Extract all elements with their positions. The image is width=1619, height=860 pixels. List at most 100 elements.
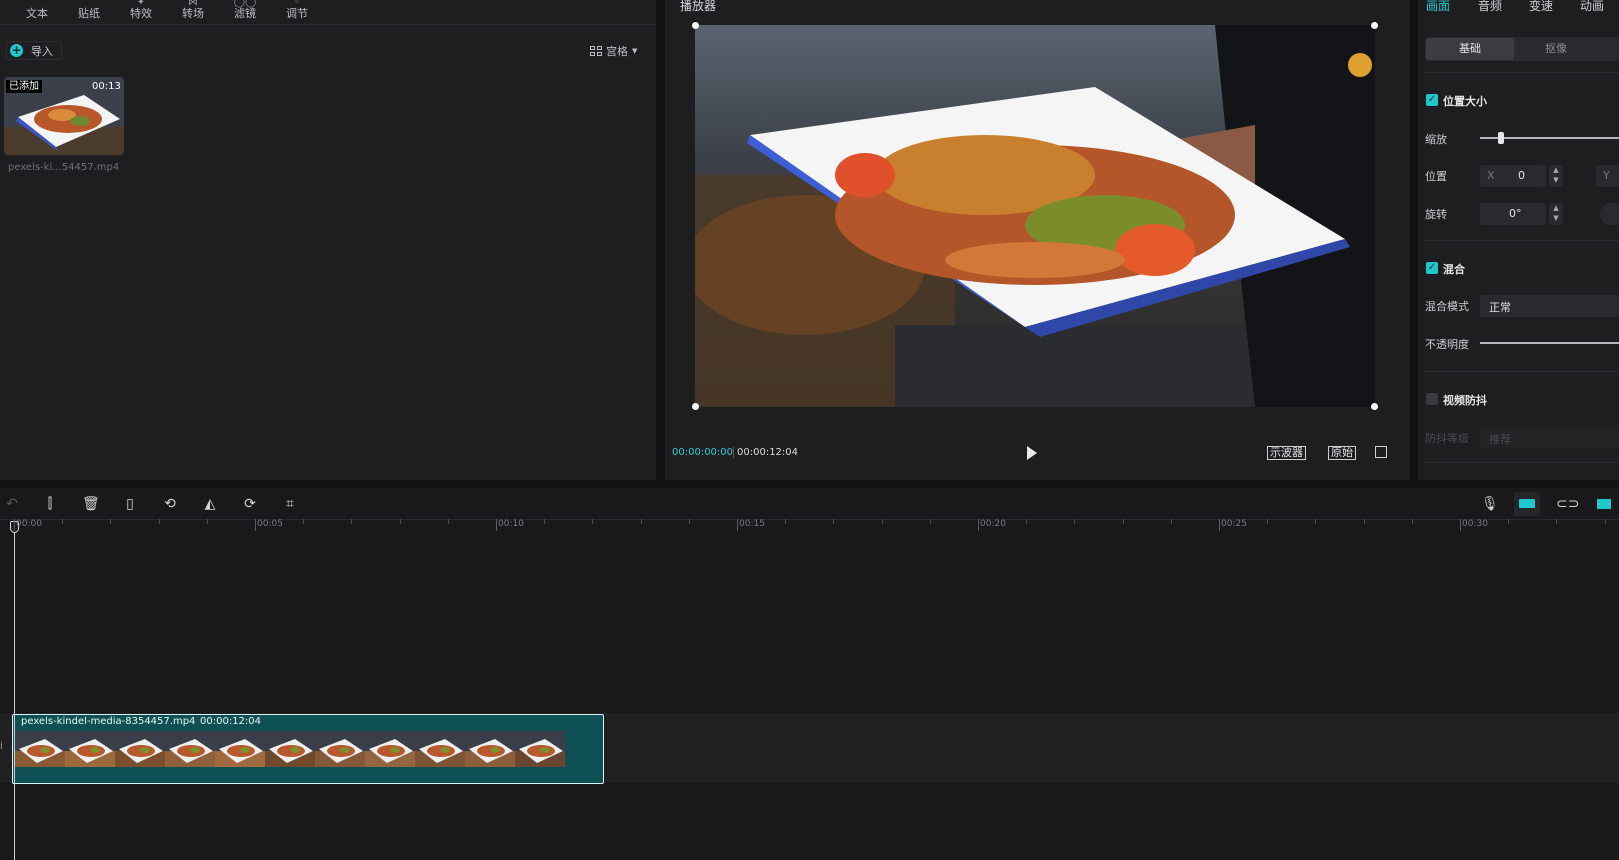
ruler-label: 00:20 <box>980 519 1006 529</box>
player-title: 播放器 <box>680 0 717 13</box>
tab-audio[interactable]: 音频 <box>1478 0 1502 14</box>
link-icon[interactable]: ⊂⊃ <box>1556 496 1579 512</box>
microphone-icon[interactable]: 🎙 <box>1481 496 1499 512</box>
ruler-label: 00:05 <box>257 519 283 529</box>
timeline-ruler[interactable] <box>0 519 1619 535</box>
ruler-major-tick <box>255 519 256 531</box>
preview-axis-icon[interactable] <box>1597 496 1611 512</box>
media-filename: pexels-ki...54457.mp4 <box>8 162 120 173</box>
tab-speed[interactable]: 变速 <box>1529 0 1553 14</box>
filmstrip-frame <box>415 731 465 767</box>
scale-slider-knob[interactable] <box>1497 132 1504 144</box>
resize-handle-bottom-left[interactable] <box>692 403 699 410</box>
position-size-checkbox[interactable]: ✓ <box>1426 94 1438 106</box>
tool-tab-effects[interactable]: ✦ 特效 <box>114 0 168 24</box>
ruler-minor-tick <box>1122 519 1124 524</box>
rotate-icon[interactable]: ⟳ <box>242 496 258 512</box>
opacity-slider[interactable] <box>1480 342 1619 344</box>
ruler-minor-tick <box>929 519 931 524</box>
rotation-value: 0° <box>1509 207 1522 220</box>
stabilize-level-label: 防抖等级 <box>1425 432 1469 445</box>
ratio-button[interactable]: 原始 <box>1328 446 1356 460</box>
added-badge: 已添加 <box>6 80 42 93</box>
stabilize-level-select[interactable]: 推荐 <box>1480 427 1619 449</box>
ruler-minor-tick <box>447 519 449 524</box>
reverse-icon[interactable]: ⟲ <box>162 496 178 512</box>
divider <box>1425 462 1619 463</box>
freeze-icon[interactable]: ▯ <box>122 496 138 512</box>
media-tabs-divider <box>0 24 656 25</box>
rotation-input[interactable]: 0° <box>1480 203 1546 225</box>
play-icon[interactable] <box>1027 446 1037 460</box>
blend-mode-value: 正常 <box>1489 301 1511 314</box>
ruler-minor-tick <box>1267 519 1269 524</box>
delete-icon[interactable]: 🗑 <box>82 496 100 512</box>
filmstrip-frame <box>315 731 365 767</box>
mirror-icon[interactable]: ◭ <box>202 496 218 512</box>
tool-tab-sticker[interactable]: ⌒ 贴纸 <box>62 0 116 24</box>
ruler-minor-tick <box>1315 519 1317 524</box>
resize-handle-bottom-right[interactable] <box>1371 403 1378 410</box>
resize-handle-top-right[interactable] <box>1371 22 1378 29</box>
stabilize-checkbox[interactable]: ✓ <box>1426 393 1438 405</box>
scope-button[interactable]: 示波器 <box>1267 446 1306 460</box>
tab-picture[interactable]: 画面 <box>1426 0 1450 14</box>
playhead-line[interactable] <box>14 527 15 860</box>
scale-label: 缩放 <box>1425 133 1447 146</box>
ruler-minor-tick <box>62 519 64 524</box>
undo-icon[interactable]: ↶ <box>4 496 20 512</box>
blend-checkbox[interactable]: ✓ <box>1426 262 1438 274</box>
ruler-label: 00:15 <box>739 519 765 529</box>
ruler-minor-tick <box>592 519 594 524</box>
ruler-minor-tick <box>1604 519 1606 524</box>
ruler-minor-tick <box>1508 519 1510 524</box>
position-size-title: 位置大小 <box>1443 95 1487 108</box>
import-button[interactable]: + 导入 <box>6 41 62 60</box>
crop-icon[interactable]: ⌗ <box>282 496 298 512</box>
ruler-major-tick <box>978 519 979 531</box>
ruler-minor-tick <box>399 519 401 524</box>
total-time: 00:00:12:04 <box>737 447 799 458</box>
ruler-minor-tick <box>1411 519 1413 524</box>
resize-handle-top-left[interactable] <box>692 22 699 29</box>
subtab-basic[interactable]: 基础 <box>1426 38 1514 60</box>
ruler-minor-tick <box>688 519 690 524</box>
tool-tab-text[interactable]: ⌒ ⌒ 文本 <box>10 0 64 24</box>
filmstrip-frame <box>65 731 115 767</box>
ruler-label: 00:00 <box>16 519 42 529</box>
filmstrip-frame <box>15 731 65 767</box>
ruler-minor-tick <box>158 519 160 524</box>
divider <box>1425 240 1619 241</box>
position-x-input[interactable]: X 0 <box>1480 165 1546 187</box>
rotation-flip-button[interactable] <box>1600 203 1619 225</box>
position-y-input[interactable]: Y <box>1596 165 1619 187</box>
ruler-major-tick <box>1219 519 1220 531</box>
fullscreen-icon[interactable] <box>1375 446 1387 458</box>
main-track-magnet-button[interactable] <box>1514 492 1540 516</box>
view-mode-dropdown[interactable]: 宫格 ▼ <box>590 43 637 59</box>
ruler-label: 00:25 <box>1221 519 1247 529</box>
position-x-stepper[interactable]: ▲ ▼ <box>1549 165 1563 187</box>
ruler-label: 00:10 <box>498 519 524 529</box>
rotation-stepper[interactable]: ▲ ▼ <box>1549 203 1563 225</box>
tab-animation[interactable]: 动画 <box>1580 0 1604 14</box>
tool-tab-adjust[interactable]: ◦ 调节 <box>270 0 324 24</box>
timeline-panel <box>0 488 1619 860</box>
filmstrip-frame <box>115 731 165 767</box>
ruler-minor-tick <box>1026 519 1028 524</box>
ruler-major-tick <box>737 519 738 531</box>
filmstrip-frame <box>165 731 215 767</box>
stabilize-level-value: 推荐 <box>1489 433 1511 446</box>
blend-mode-select[interactable]: 正常 <box>1480 295 1619 317</box>
video-preview[interactable] <box>695 25 1375 407</box>
tool-tab-transition[interactable]: ⋈ 转场 <box>166 0 220 24</box>
plus-icon: + <box>10 43 23 57</box>
tool-tab-filter[interactable]: ◯◯ 滤镜 <box>218 0 272 24</box>
grid-icon <box>590 46 602 56</box>
ruler-minor-tick <box>640 519 642 524</box>
split-icon[interactable]: ⫿ <box>42 496 58 512</box>
subtab-keying[interactable]: 抠像 <box>1545 38 1567 60</box>
divider <box>1425 72 1619 73</box>
ruler-minor-tick <box>1363 519 1365 524</box>
clip-filmstrip <box>15 731 565 767</box>
